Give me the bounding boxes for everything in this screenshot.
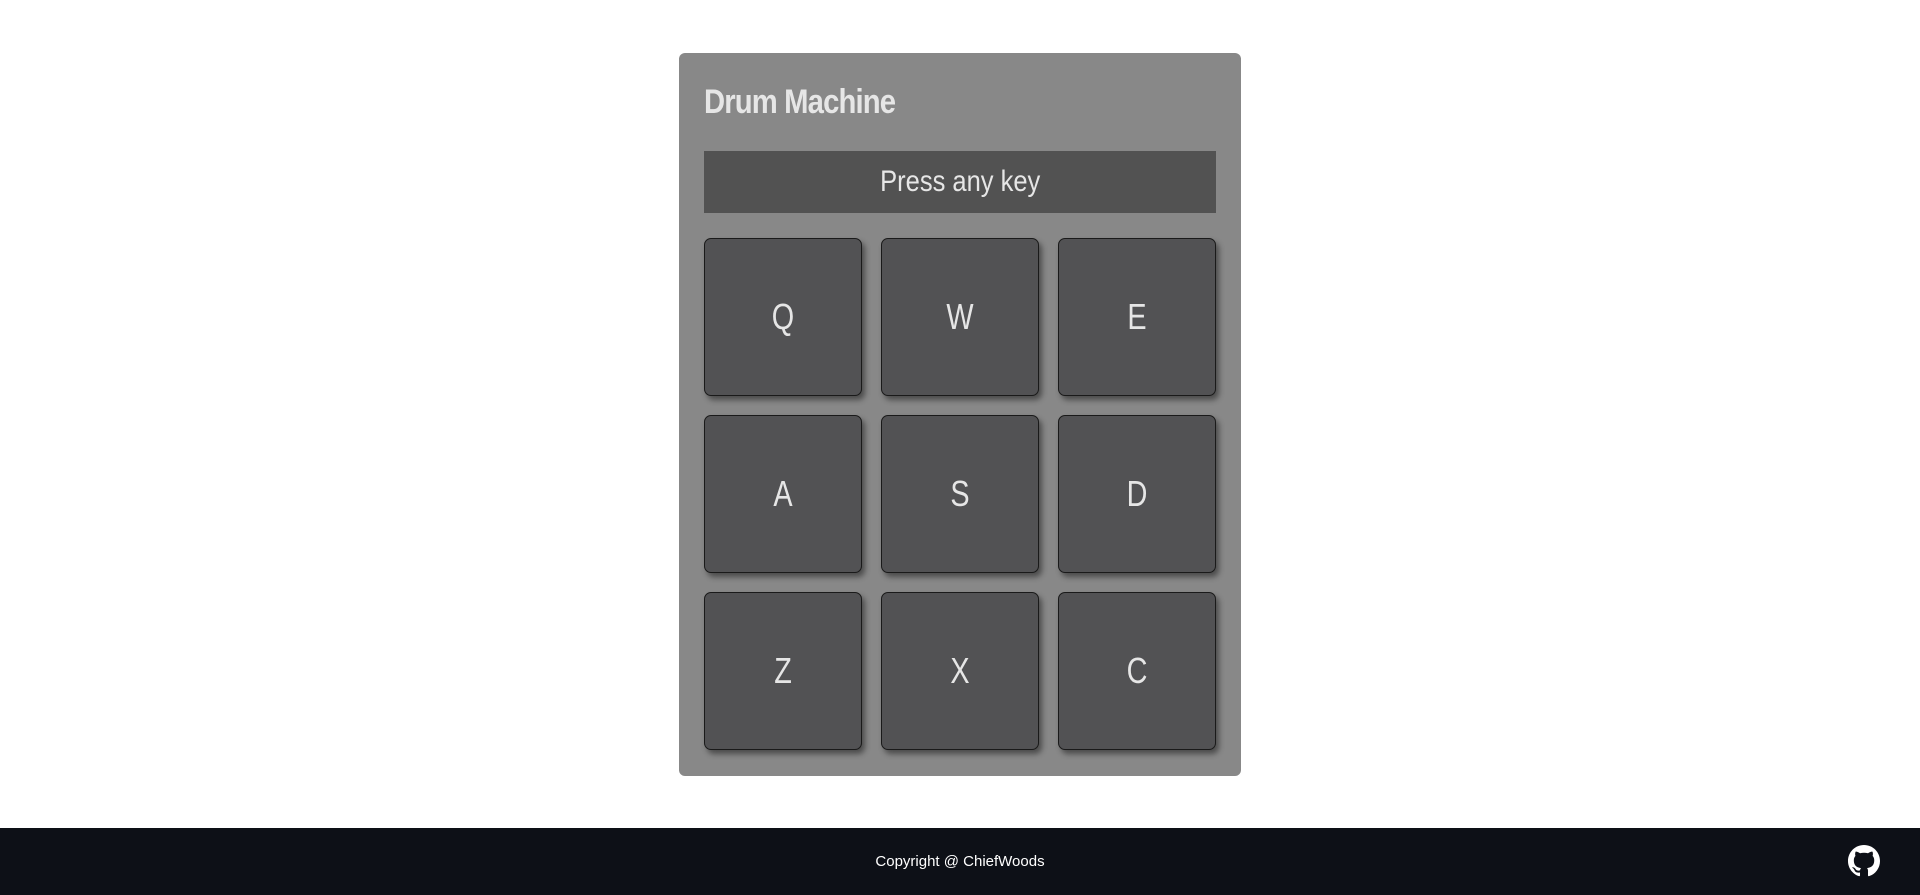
drum-pad-e[interactable]: E — [1058, 238, 1216, 396]
footer: Copyright @ ChiefWoods — [0, 828, 1920, 895]
display-panel: Press any key — [704, 151, 1216, 213]
github-icon — [1848, 845, 1880, 877]
drum-pad-c[interactable]: C — [1058, 592, 1216, 750]
drum-pad-label: W — [946, 296, 974, 337]
drum-pad-q[interactable]: Q — [704, 238, 862, 396]
drum-pad-x[interactable]: X — [881, 592, 1039, 750]
copyright-text: Copyright @ ChiefWoods — [875, 853, 1045, 870]
github-link[interactable] — [1848, 845, 1880, 877]
drum-pads: Q W E A S D Z X C — [704, 238, 1216, 750]
drum-pad-label: X — [950, 650, 970, 691]
drum-pad-s[interactable]: S — [881, 415, 1039, 573]
drum-pad-label: S — [950, 473, 970, 514]
drum-pad-label: Z — [774, 650, 792, 691]
page: Drum Machine Press any key Q W E A S D Z… — [0, 0, 1920, 895]
display-text: Press any key — [879, 165, 1041, 198]
drum-pad-label: E — [1127, 296, 1147, 337]
drum-pad-z[interactable]: Z — [704, 592, 862, 750]
drum-pad-label: C — [1126, 650, 1148, 691]
drum-pad-a[interactable]: A — [704, 415, 862, 573]
drum-machine: Drum Machine Press any key Q W E A S D Z… — [679, 53, 1241, 776]
drum-pad-w[interactable]: W — [881, 238, 1039, 396]
drum-pad-label: A — [773, 473, 793, 514]
drum-pad-d[interactable]: D — [1058, 415, 1216, 573]
app-title: Drum Machine — [704, 83, 896, 121]
drum-pad-label: D — [1126, 473, 1148, 514]
drum-pad-label: Q — [771, 296, 795, 337]
